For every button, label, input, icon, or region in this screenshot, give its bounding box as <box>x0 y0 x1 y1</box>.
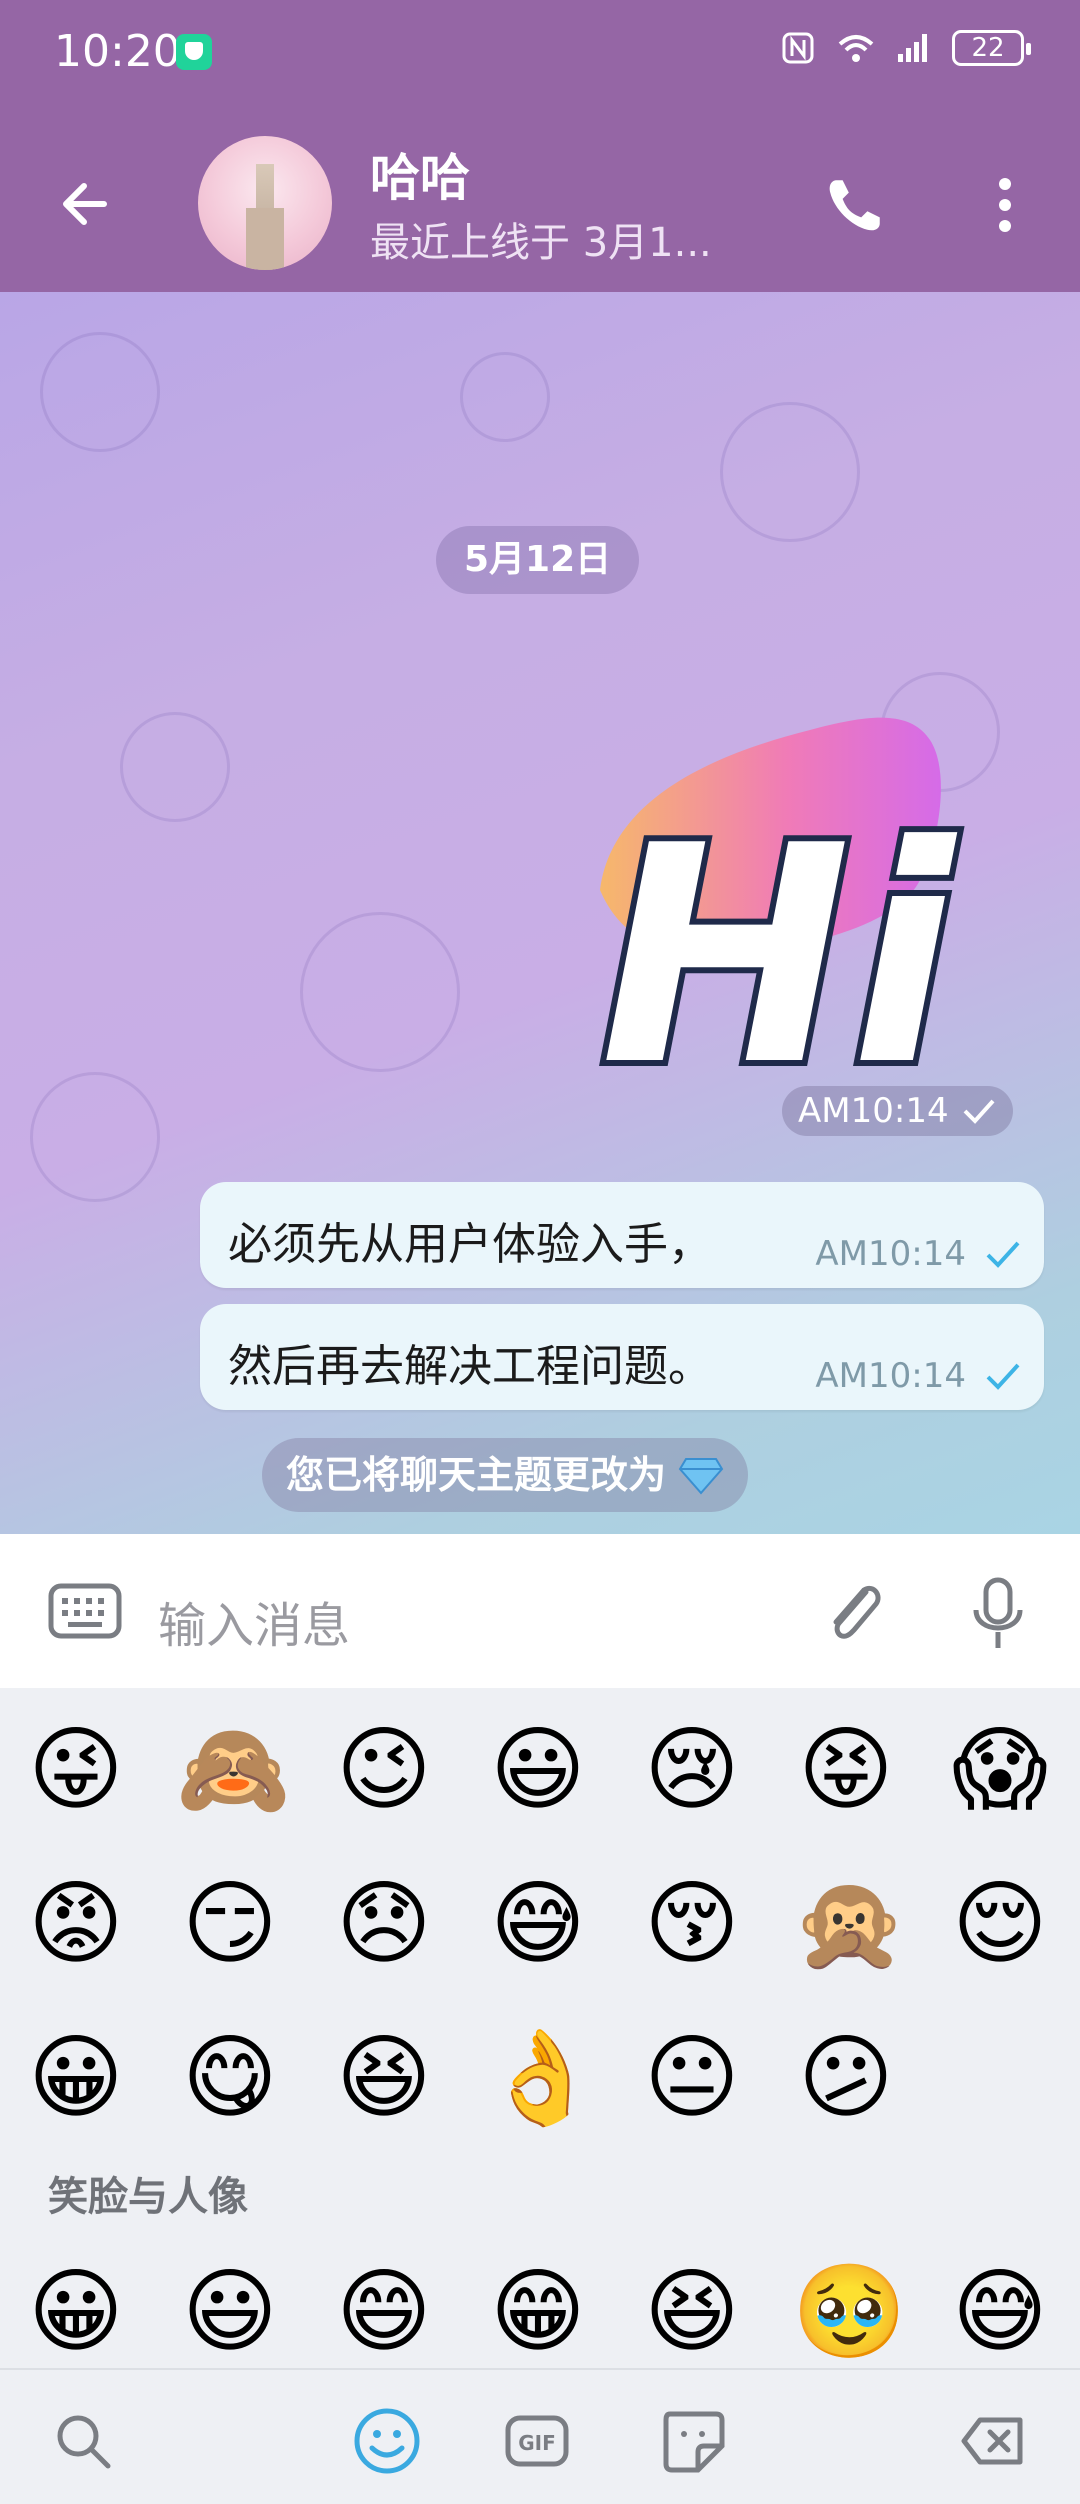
emoji-button[interactable]: 😜 <box>22 1716 130 1824</box>
status-time: 10:20 <box>54 26 181 77</box>
message-meta: AM10:14 <box>815 1234 1022 1274</box>
read-check-icon <box>986 1363 1020 1390</box>
svg-text:GIF: GIF <box>518 2431 556 2455</box>
emoji-row: 😜 🙈 😉 😃 😢 😝 😱 <box>0 1716 1080 1836</box>
emoji-button[interactable]: 😡 <box>22 1870 130 1978</box>
chat-header: 10:20 22 哈哈 最近上线于 3月1... <box>0 0 1080 292</box>
more-options-icon[interactable] <box>988 172 1022 238</box>
wallpaper-doodle <box>720 402 860 542</box>
emoji-button[interactable]: 😋 <box>176 2024 284 2132</box>
emoji-button[interactable]: 😀 <box>22 2024 130 2132</box>
nfc-icon <box>782 32 814 64</box>
read-check-icon <box>986 1241 1020 1268</box>
emoji-button[interactable]: 😀 <box>22 2258 130 2366</box>
wallpaper-doodle <box>120 712 230 822</box>
emoji-panel: 😜 🙈 😉 😃 😢 😝 😱 😡 😏 😞 😅 😚 🙊 😌 😀 😋 😆 👌 😐 😕 … <box>0 1688 1080 2368</box>
sticker-time-text: AM10:14 <box>798 1091 949 1131</box>
emoji-button[interactable]: 😃 <box>176 2258 284 2366</box>
keyboard-icon[interactable] <box>48 1580 122 1642</box>
message-text: 必须先从用户体验入手， <box>228 1219 712 1270</box>
wallpaper-doodle <box>460 352 550 442</box>
emoji-button[interactable]: 🙈 <box>176 1716 291 1824</box>
emoji-button[interactable]: 😆 <box>330 2024 438 2132</box>
wallpaper-doodle <box>40 332 160 452</box>
message-time: AM10:14 <box>815 1356 966 1396</box>
emoji-button[interactable]: 🥹 <box>792 2258 907 2366</box>
emoji-button[interactable]: 😱 <box>946 1716 1054 1824</box>
emoji-button[interactable]: 👌 <box>484 2024 599 2132</box>
message-bubble[interactable]: 然后再去解决工程问题。 AM10:14 <box>200 1304 1044 1410</box>
emoji-button[interactable]: 😞 <box>330 1870 438 1978</box>
message-bubble[interactable]: 必须先从用户体验入手， AM10:14 <box>200 1182 1044 1288</box>
gif-icon[interactable]: GIF <box>502 2406 572 2476</box>
attachment-icon[interactable] <box>818 1576 888 1652</box>
emoji-section-title: 笑脸与人像 <box>48 2174 248 2220</box>
emoji-button[interactable]: 😁 <box>484 2258 592 2366</box>
wallpaper-doodle <box>300 912 460 1072</box>
emoji-tab-bar: GIF <box>0 2368 1080 2504</box>
message-input[interactable]: 输入消息 <box>158 1586 350 1656</box>
emoji-row: 😀 😋 😆 👌 😐 😕 <box>0 2024 1080 2144</box>
battery-indicator: 22 <box>952 30 1031 66</box>
microphone-icon[interactable] <box>968 1574 1028 1654</box>
emoji-button[interactable]: 😕 <box>792 2024 900 2132</box>
wallpaper-doodle <box>30 1072 160 1202</box>
signal-icon <box>898 34 927 62</box>
status-bar: 10:20 22 <box>0 0 1080 110</box>
chat-area[interactable]: 5月12日 Hi AM10:14 必须先从用户体验入手， AM10:14 然后再… <box>0 292 1080 1534</box>
diamond-icon <box>678 1458 724 1495</box>
emoji-button[interactable]: 😌 <box>946 1870 1054 1978</box>
shield-icon <box>176 34 212 70</box>
phone-icon[interactable] <box>822 172 888 238</box>
search-icon[interactable] <box>48 2406 118 2476</box>
building-image <box>246 164 284 270</box>
last-seen-status: 最近上线于 3月1... <box>370 220 712 266</box>
avatar[interactable] <box>198 136 332 270</box>
message-input-bar: 输入消息 <box>0 1534 1080 1688</box>
read-check-icon <box>963 1099 995 1124</box>
emoji-button[interactable]: 😢 <box>638 1716 746 1824</box>
emoji-button[interactable]: 😆 <box>638 2258 746 2366</box>
theme-change-text: 您已将聊天主题更改为 <box>286 1453 667 1497</box>
emoji-button[interactable]: 😏 <box>176 1870 284 1978</box>
message-meta: AM10:14 <box>815 1356 1022 1396</box>
emoji-button[interactable]: 😄 <box>330 2258 438 2366</box>
contact-name[interactable]: 哈哈 <box>370 138 470 210</box>
emoji-row: 😡 😏 😞 😅 😚 🙊 😌 <box>0 1870 1080 1990</box>
theme-change-notice: 您已将聊天主题更改为 <box>262 1438 749 1512</box>
emoji-button[interactable]: 😃 <box>484 1716 592 1824</box>
emoji-row: 😀 😃 😄 😁 😆 🥹 😅 <box>0 2258 1080 2378</box>
emoji-button[interactable]: 😚 <box>638 1870 746 1978</box>
sticker-text: Hi <box>600 782 959 1110</box>
emoji-button[interactable]: 😝 <box>792 1716 900 1824</box>
backspace-icon[interactable] <box>958 2406 1028 2476</box>
emoji-button[interactable]: 😅 <box>484 1870 592 1978</box>
status-icons: 22 <box>778 28 1031 68</box>
emoji-button[interactable]: 🙊 <box>792 1870 907 1978</box>
back-arrow-icon[interactable] <box>54 172 118 236</box>
message-text: 然后再去解决工程问题。 <box>228 1341 712 1392</box>
hi-sticker[interactable]: Hi <box>570 700 990 1110</box>
emoji-button[interactable]: 😐 <box>638 2024 746 2132</box>
sticker-icon[interactable] <box>658 2406 728 2476</box>
message-time: AM10:14 <box>815 1234 966 1274</box>
date-separator: 5月12日 <box>436 526 640 594</box>
emoji-button[interactable]: 😉 <box>330 1716 438 1824</box>
wifi-icon <box>838 35 874 62</box>
emoji-button[interactable]: 😅 <box>946 2258 1054 2366</box>
emoji-tab-icon[interactable] <box>352 2406 422 2476</box>
sticker-timestamp: AM10:14 <box>782 1086 1013 1136</box>
